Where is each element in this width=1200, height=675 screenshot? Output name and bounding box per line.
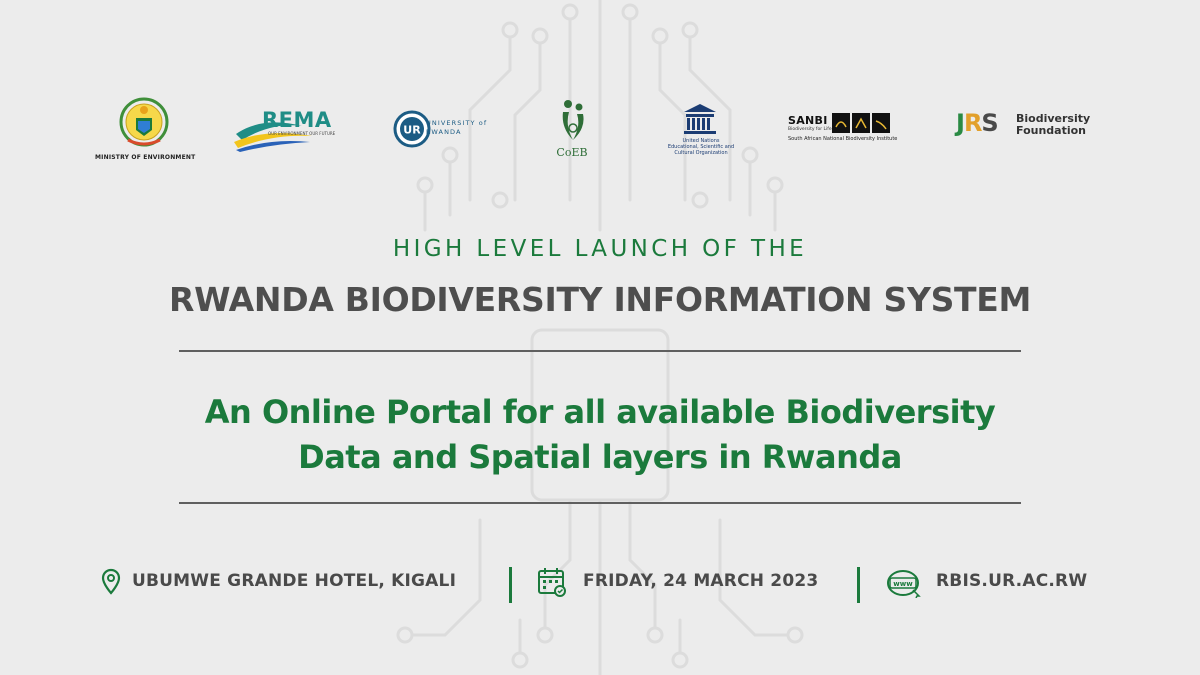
website-text: RBIS.UR.AC.RW	[936, 571, 1088, 591]
coeb-name: CoEB	[556, 146, 588, 159]
calendar-icon	[538, 568, 566, 597]
jrs-letter-s: S	[981, 109, 998, 137]
location-pin-icon	[101, 568, 121, 595]
tagline-line-2: Data and Spatial layers in Rwanda	[298, 438, 902, 476]
university-line-2: RWANDA	[426, 128, 462, 136]
headline-top: HIGH LEVEL LAUNCH OF THE	[392, 236, 808, 262]
ministry-caption: MINISTRY OF ENVIRONMENT	[95, 154, 196, 161]
web-badge-text: www	[893, 580, 913, 588]
venue-text: UBUMWE GRANDE HOTEL, KIGALI	[132, 571, 457, 591]
jrs-letter-r: R	[963, 109, 983, 137]
divider-top	[179, 350, 1021, 352]
date-text: FRIDAY, 24 MARCH 2023	[583, 571, 819, 591]
svg-text:UR: UR	[403, 124, 421, 137]
jrs-letter-j: J	[956, 109, 965, 137]
jrs-monogram: JRS	[956, 109, 999, 137]
university-line-1: UNIVERSITY of	[426, 119, 488, 127]
sanbi-species-tiles-icon	[832, 113, 890, 133]
separator-2	[857, 567, 860, 603]
tagline-line-1: An Online Portal for all available Biodi…	[204, 393, 996, 431]
unesco-line-3: Cultural Organization	[674, 150, 728, 156]
jrs-foundation-name: Biodiversity Foundation	[1016, 113, 1090, 136]
university-name: UNIVERSITY of RWANDA	[426, 119, 487, 137]
rema-tagline: OUR ENVIRONMENT OUR FUTURE	[268, 131, 336, 136]
launch-banner: MINISTRY OF ENVIRONMENT REMA OUR ENVIRON…	[0, 0, 1200, 675]
sanbi-fullname: South African National Biodiversity Inst…	[788, 136, 898, 142]
unesco-temple-icon	[684, 104, 716, 134]
headline-main: RWANDA BIODIVERSITY INFORMATION SYSTEM	[168, 280, 1032, 319]
sanbi-name: SANBI	[788, 114, 828, 127]
rema-name: REMA	[262, 108, 332, 132]
globe-icon: www	[887, 570, 921, 598]
sanbi-subtitle: Biodiversity for Life	[788, 127, 832, 132]
rwanda-coat-of-arms-icon	[119, 97, 169, 147]
jrs-line-1: Biodiversity	[1016, 112, 1091, 125]
tagline: An Online Portal for all available Biodi…	[0, 390, 1200, 480]
separator-1	[509, 567, 512, 603]
unesco-caption: United Nations Educational, Scientific a…	[660, 138, 742, 156]
jrs-line-2: Foundation	[1016, 123, 1087, 137]
divider-bottom	[179, 502, 1021, 504]
coeb-emblem-icon	[562, 100, 584, 140]
